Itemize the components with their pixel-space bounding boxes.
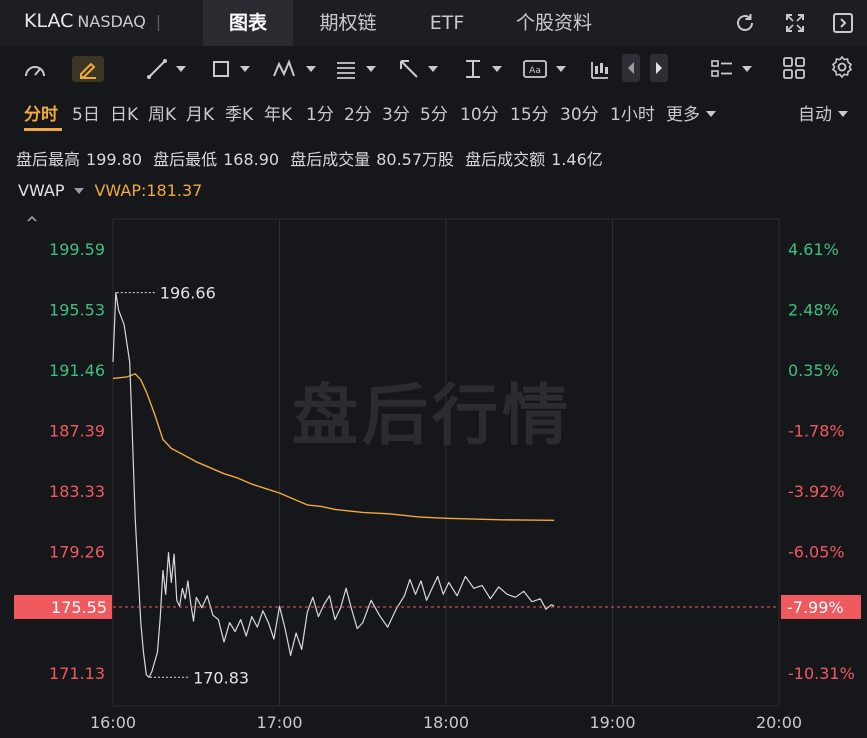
x-tick-label: 16:00 bbox=[90, 713, 136, 732]
price-chart[interactable]: 199.59 195.53 191.46 187.39 183.33 179.26 171.… bbox=[0, 0, 867, 738]
y-tick-label-right: -3.92% bbox=[788, 482, 845, 501]
y-tick-label-left: 199.59 bbox=[49, 240, 105, 259]
x-tick-label: 17:00 bbox=[256, 713, 302, 732]
y-tick-label-right: 4.61% bbox=[788, 240, 839, 259]
vwap-line bbox=[112, 373, 555, 521]
y-tick-label-left: 179.26 bbox=[49, 543, 105, 562]
y-tick-label-right: 0.35% bbox=[788, 361, 839, 380]
y-tick-label-left: 187.39 bbox=[49, 422, 105, 441]
current-pct-label: -7.99% bbox=[787, 598, 844, 617]
y-tick-label-right: -10.31% bbox=[788, 664, 855, 683]
x-tick-label: 18:00 bbox=[423, 713, 469, 732]
y-tick-label-left: 195.53 bbox=[49, 300, 105, 319]
y-tick-label-right: -6.05% bbox=[788, 543, 845, 562]
time-axis-labels: 16:00 17:00 18:00 19:00 20:00 bbox=[90, 713, 802, 732]
y-tick-label-right: -1.78% bbox=[788, 422, 845, 441]
y-tick-label-right: 2.48% bbox=[788, 300, 839, 319]
low-annotation-label: 170.83 bbox=[193, 668, 249, 687]
x-tick-label: 19:00 bbox=[589, 713, 635, 732]
current-price-label: 175.55 bbox=[51, 598, 107, 617]
y-tick-label-left: 171.13 bbox=[49, 664, 105, 683]
chart-series bbox=[112, 292, 555, 678]
y-tick-label-left: 183.33 bbox=[49, 482, 105, 501]
price-line bbox=[112, 292, 555, 678]
high-annotation-label: 196.66 bbox=[160, 284, 216, 303]
x-tick-label: 20:00 bbox=[756, 713, 802, 732]
y-tick-label-left: 191.46 bbox=[49, 361, 105, 380]
